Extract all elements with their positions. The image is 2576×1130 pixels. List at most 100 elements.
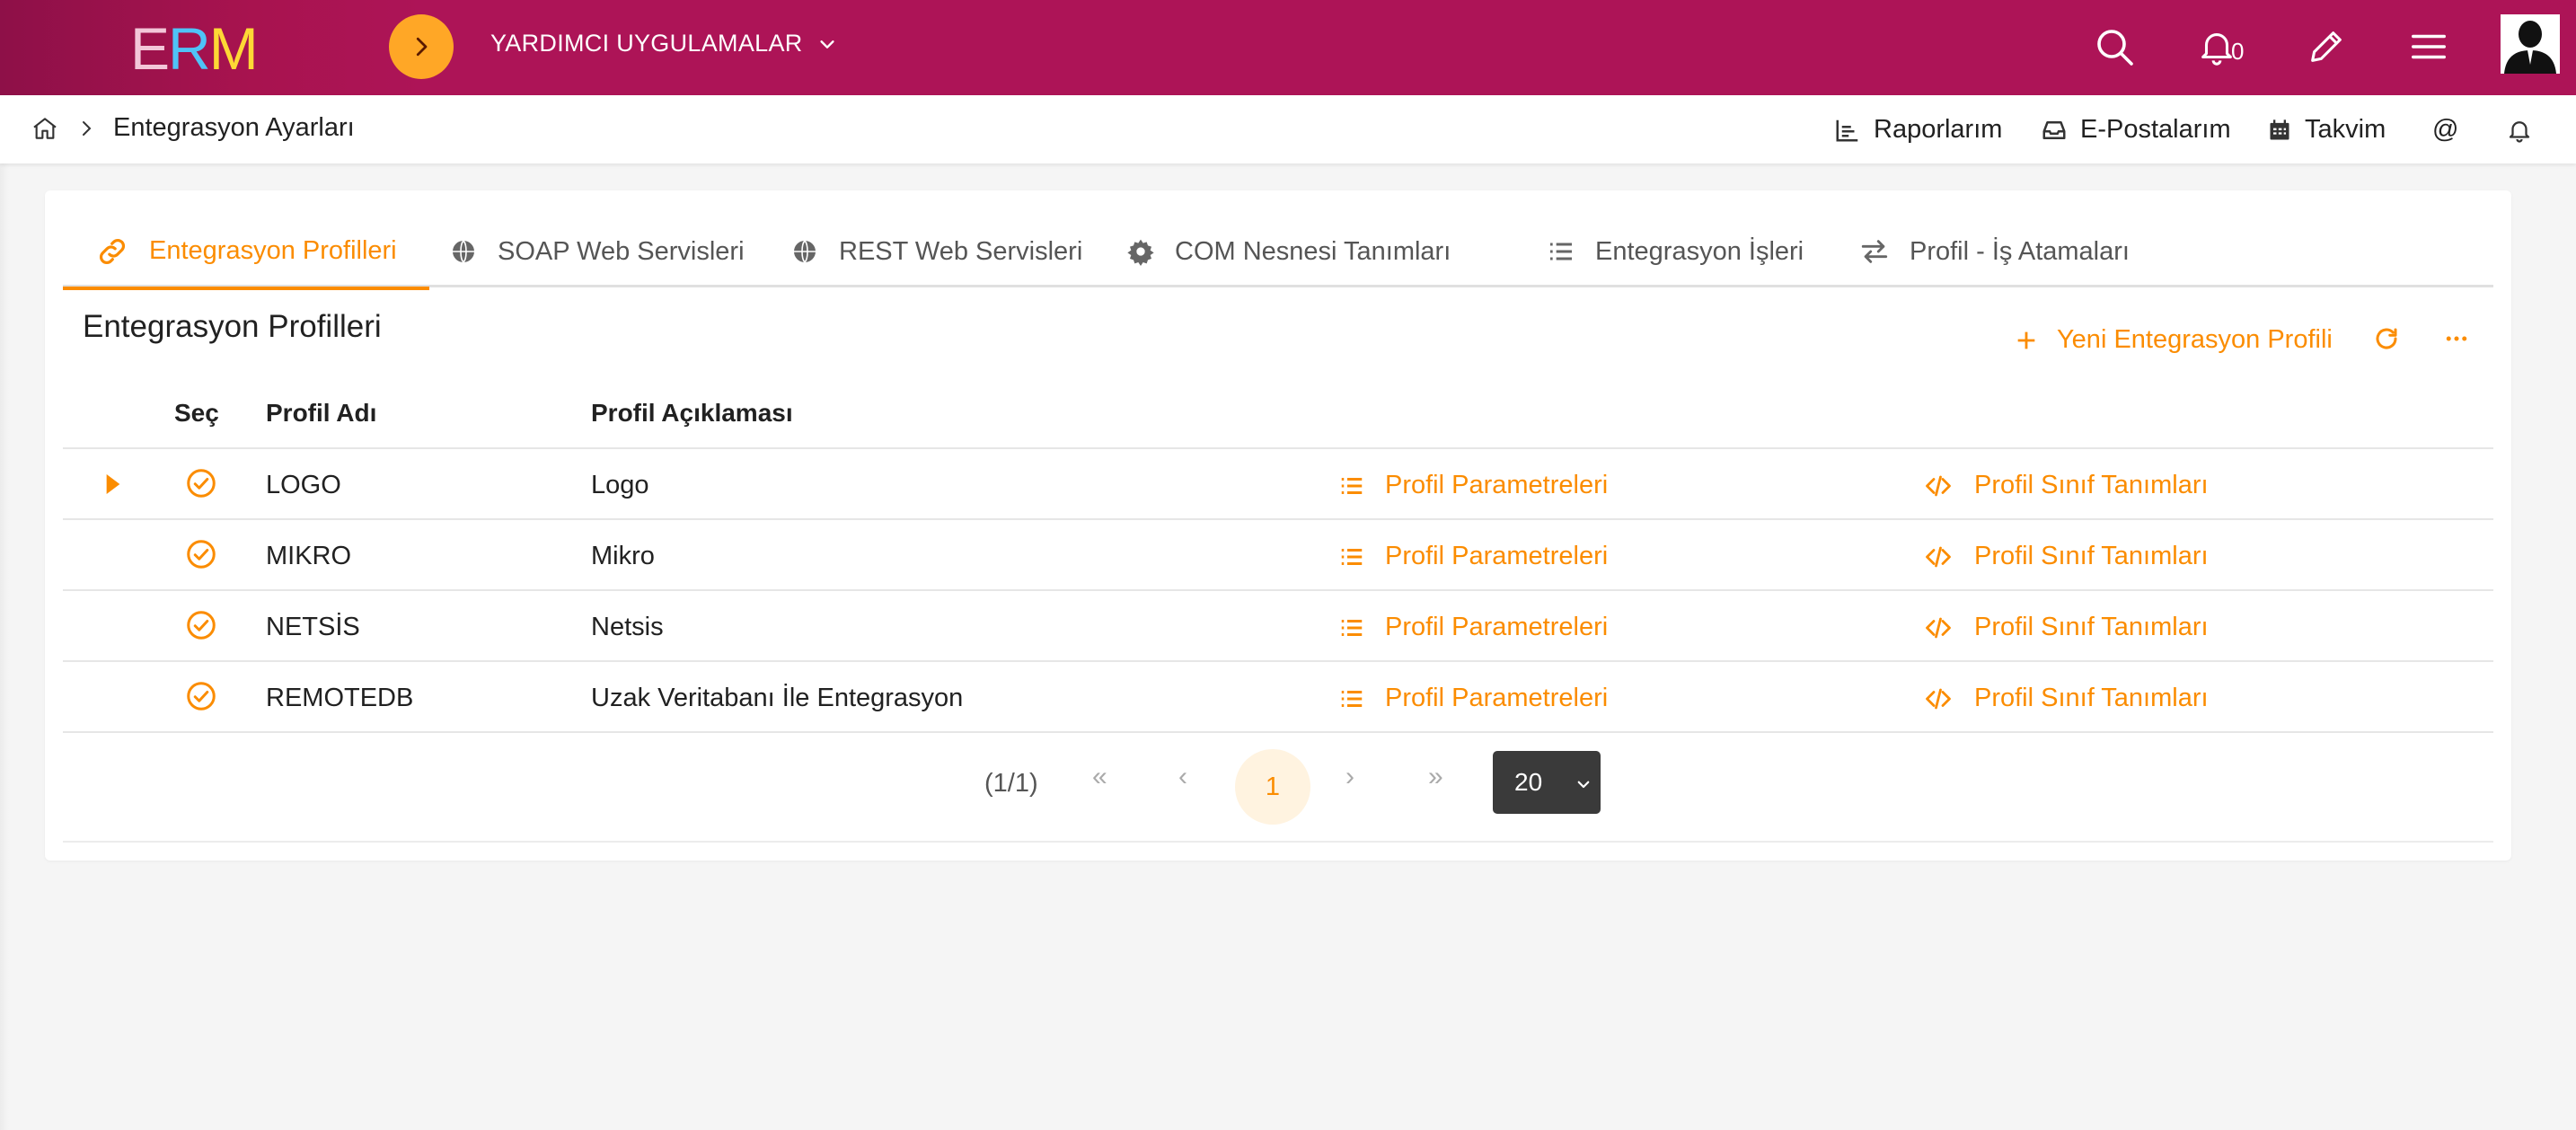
classes-label: Profil Sınıf Tanımları	[1974, 613, 2209, 641]
list-icon	[1341, 548, 1363, 565]
profile-name: REMOTEDB	[266, 684, 414, 712]
home-icon[interactable]	[31, 114, 59, 143]
new-profile-label: Yeni Entegrasyon Profili	[2057, 325, 2333, 354]
chevron-down-icon	[819, 40, 834, 49]
pencil-icon	[2311, 31, 2342, 62]
list-icon	[1341, 690, 1363, 707]
check-circle-icon[interactable]	[185, 467, 217, 499]
table-row[interactable]: NETSİS Netsis Profil Parametreleri Profi…	[63, 591, 2493, 662]
profile-params-link[interactable]: Profil Parametreleri	[1338, 542, 1608, 571]
globe-icon	[794, 240, 816, 263]
profile-classes-link[interactable]: Profil Sınıf Tanımları	[1922, 542, 2209, 571]
logo-letter-e: E	[130, 15, 170, 82]
chevron-right-icon	[83, 120, 92, 136]
table-row[interactable]: MIKRO Mikro Profil Parametreleri Profil …	[63, 520, 2493, 591]
main-menu-button[interactable]	[2404, 22, 2454, 72]
card-divider	[63, 841, 2493, 843]
alerts-link[interactable]	[2506, 117, 2533, 144]
profile-params-link[interactable]: Profil Parametreleri	[1338, 684, 1608, 713]
profile-description: Netsis	[591, 613, 664, 641]
last-page-button[interactable]: »	[1428, 762, 1443, 792]
profile-params-link[interactable]: Profil Parametreleri	[1338, 613, 1608, 642]
hamburger-icon	[2412, 34, 2446, 59]
tab-com-objects[interactable]: COM Nesnesi Tanımları	[1126, 216, 1451, 287]
params-label: Profil Parametreleri	[1385, 542, 1609, 570]
profile-description: Uzak Veritabanı İle Entegrasyon	[591, 684, 964, 712]
refresh-icon	[2376, 328, 2397, 349]
edit-button[interactable]	[2301, 22, 2351, 72]
profile-classes-link[interactable]: Profil Sınıf Tanımları	[1922, 471, 2209, 500]
reports-label: Raporlarım	[1874, 115, 2003, 144]
header-select[interactable]: Seç	[174, 399, 219, 428]
list-icon	[1550, 243, 1572, 260]
breadcrumb-bar: Entegrasyon Ayarları Raporlarım E-Postal…	[0, 95, 2576, 163]
emails-label: E-Postalarım	[2080, 115, 2231, 144]
mentions-link[interactable]: @	[2432, 115, 2458, 145]
tab-label: SOAP Web Servisleri	[498, 236, 745, 266]
classes-label: Profil Sınıf Tanımları	[1974, 542, 2209, 570]
bell-icon	[2509, 121, 2530, 143]
check-circle-icon[interactable]	[185, 680, 217, 712]
header-profile-name[interactable]: Profil Adı	[266, 399, 376, 428]
app-menu-dropdown[interactable]: YARDIMCI UYGULAMALAR	[490, 30, 837, 57]
tab-rest-services[interactable]: REST Web Servisleri	[790, 216, 1082, 287]
check-circle-icon[interactable]	[185, 609, 217, 641]
profile-classes-link[interactable]: Profil Sınıf Tanımları	[1922, 613, 2209, 642]
tab-soap-services[interactable]: SOAP Web Servisleri	[449, 216, 745, 287]
section-title: Entegrasyon Profilleri	[83, 309, 382, 344]
page-size-select[interactable]: 20	[1493, 751, 1601, 814]
first-page-button[interactable]: «	[1092, 762, 1107, 792]
swap-icon	[1861, 240, 1888, 263]
table-row[interactable]: REMOTEDB Uzak Veritabanı İle Entegrasyon…	[63, 662, 2493, 733]
code-icon	[1926, 688, 1951, 709]
params-label: Profil Parametreleri	[1385, 471, 1609, 499]
user-silhouette-icon	[2501, 14, 2560, 74]
tab-integration-profiles[interactable]: Entegrasyon Profilleri	[63, 216, 429, 290]
globe-icon	[453, 240, 474, 263]
logo-area: ERM	[0, 0, 422, 95]
tab-label: Profil - İş Atamaları	[1910, 236, 2130, 266]
calendar-link[interactable]: Takvim	[2267, 115, 2386, 145]
chart-icon	[1836, 119, 1858, 141]
table-row[interactable]: LOGO Logo Profil Parametreleri Profil Sı…	[63, 449, 2493, 520]
emails-link[interactable]: E-Postalarım	[2041, 115, 2231, 145]
params-label: Profil Parametreleri	[1385, 684, 1609, 712]
erm-logo[interactable]: ERM	[130, 14, 259, 83]
refresh-button[interactable]	[2373, 325, 2400, 352]
reports-link[interactable]: Raporlarım	[1834, 115, 2002, 145]
user-avatar[interactable]	[2501, 14, 2560, 74]
search-button[interactable]	[2089, 22, 2139, 72]
left-shade	[0, 163, 9, 1130]
profile-description: Logo	[591, 471, 649, 499]
breadcrumb: Entegrasyon Ayarları	[31, 113, 355, 143]
calendar-icon	[2270, 119, 2289, 139]
link-icon	[100, 238, 125, 264]
header-profile-description[interactable]: Profil Açıklaması	[591, 399, 793, 428]
tab-label: COM Nesnesi Tanımları	[1175, 236, 1451, 266]
classes-label: Profil Sınıf Tanımları	[1974, 471, 2209, 499]
notifications-button[interactable]: 0	[2192, 22, 2245, 72]
page-size-value: 20	[1514, 768, 1543, 796]
params-label: Profil Parametreleri	[1385, 613, 1609, 641]
more-horizontal-icon	[2446, 336, 2467, 341]
page-number-button[interactable]: 1	[1235, 749, 1310, 825]
expand-menu-button[interactable]	[389, 14, 454, 79]
expand-row-icon[interactable]	[104, 474, 122, 494]
profile-params-link[interactable]: Profil Parametreleri	[1338, 471, 1608, 500]
next-page-button[interactable]: ›	[1345, 762, 1354, 792]
paginator: (1/1) « ‹ 1 › » 20	[45, 740, 2511, 825]
at-icon: @	[2432, 115, 2459, 144]
app-menu-label: YARDIMCI UYGULAMALAR	[490, 30, 803, 57]
profile-classes-link[interactable]: Profil Sınıf Tanımları	[1922, 684, 2209, 713]
check-circle-icon[interactable]	[185, 538, 217, 570]
tab-profile-job-assignments[interactable]: Profil - İş Atamaları	[1859, 216, 2130, 287]
table-header: Seç Profil Adı Profil Açıklaması	[63, 379, 2493, 449]
plus-icon	[2017, 331, 2035, 349]
list-icon	[1341, 619, 1363, 636]
tab-integration-jobs[interactable]: Entegrasyon İşleri	[1547, 216, 1804, 287]
notification-count: 0	[2231, 38, 2245, 65]
new-profile-button[interactable]: Yeni Entegrasyon Profili	[2014, 325, 2333, 355]
prev-page-button[interactable]: ‹	[1178, 762, 1187, 792]
more-options-button[interactable]	[2441, 325, 2472, 352]
search-icon	[2097, 30, 2133, 66]
